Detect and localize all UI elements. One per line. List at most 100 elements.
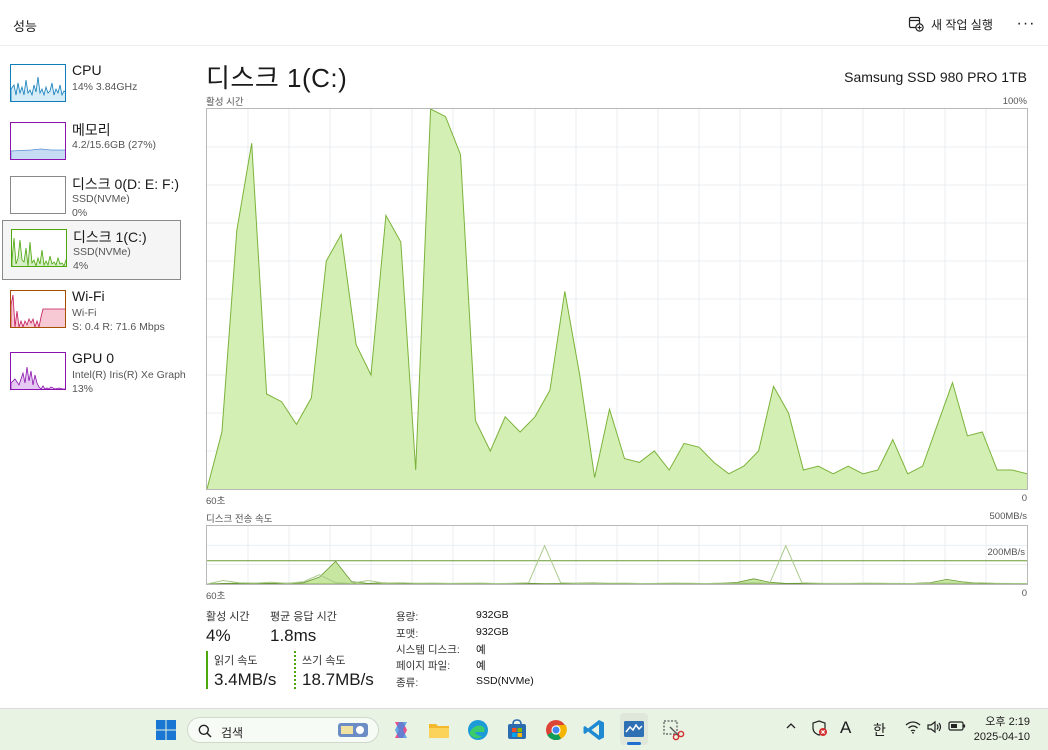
more-options-button[interactable]: ··· [1014,12,1038,36]
task-manager-button[interactable] [620,713,648,745]
transfer-rate-chart-label: 디스크 전송 속도 [206,514,273,525]
write-speed-label: 쓰기 속도 [302,655,346,667]
battery-icon [948,721,966,731]
sidebar-item-disk-0-usage: 0% [72,207,88,219]
wifi-thumbnail [10,290,66,328]
sidebar-item-gpu-usage: 13% [72,383,94,395]
wifi-icon [905,721,921,734]
new-task-button[interactable]: 새 작업 실행 [908,14,993,34]
read-speed-label: 읽기 속도 [214,655,258,667]
vscode-button[interactable] [582,718,606,742]
sidebar-item-disk-1-label: 디스크 1(C:) [73,229,147,245]
volume-tray-button[interactable] [927,720,943,737]
formatted-label: 포맷: [396,628,419,640]
clock-time: 오후 2:19 [985,716,1030,728]
store-icon [508,719,526,739]
active-time-chart-label: 활성 시간 [206,97,244,108]
security-tray-button[interactable] [810,719,828,740]
taskbar-clock[interactable]: 오후 2:19 2025-04-10 [974,715,1030,745]
edge-browser-button[interactable] [466,718,490,742]
system-disk-label: 시스템 디스크: [396,644,460,656]
search-highlight-icon [338,723,368,737]
read-speed-value: 3.4MB/s [214,670,277,689]
chrome-browser-button[interactable] [544,718,568,742]
formatted-value: 932GB [476,626,509,638]
page-file-value: 예 [476,660,486,672]
sidebar-item-memory-label: 메모리 [72,122,111,138]
transfer-rate-reference-label: 200MB/s [987,547,1026,558]
store-app-button[interactable] [505,718,529,742]
active-time-chart-x-start: 60초 [206,496,226,507]
active-app-indicator [627,742,641,745]
search-icon [198,724,212,738]
new-task-label: 새 작업 실행 [931,17,993,32]
battery-tray-button[interactable] [948,720,966,735]
search-label: 검색 [221,726,244,740]
active-time-chart-max: 100% [1002,96,1027,107]
disk-0-thumbnail [10,176,66,214]
gpu-thumbnail [10,352,66,390]
write-speed-value: 18.7MB/s [302,670,374,689]
active-time-stat-label: 활성 시간 [206,611,250,623]
wifi-tray-button[interactable] [905,720,921,737]
chevron-up-icon [786,723,796,729]
edge-icon [468,720,488,740]
sidebar-item-disk-0[interactable]: 디스크 0(D: E: F:) SSD(NVMe) 0% [2,168,181,228]
memory-thumbnail [10,122,66,160]
sidebar-item-disk-0-label: 디스크 0(D: E: F:) [72,176,180,192]
sidebar-item-memory-detail: 4.2/15.6GB (27%) [72,139,157,151]
response-time-stat-value: 1.8ms [270,626,317,645]
system-disk-value: 예 [476,644,486,656]
new-task-icon [908,16,924,32]
snipping-tool-button[interactable] [661,718,685,742]
copilot-icon [395,722,407,738]
file-explorer-button[interactable] [427,718,451,742]
disk-model: Samsung SSD 980 PRO 1TB [844,69,1027,85]
security-warning-icon [812,720,827,736]
active-time-chart [206,108,1028,490]
sidebar-item-gpu-model: Intel(R) Iris(R) Xe Graph [72,369,186,381]
disk-type-value: SSD(NVMe) [476,675,534,687]
sidebar-item-memory[interactable]: 메모리 4.2/15.6GB (27%) [2,114,181,174]
sidebar-item-cpu[interactable]: CPU 14% 3.84GHz [2,56,181,116]
taskbar-search-box[interactable]: 검색 [187,717,379,743]
transfer-rate-chart-x-end: 0 [1021,588,1027,599]
sidebar-item-cpu-label: CPU [72,62,102,78]
copilot-app-button[interactable] [389,718,413,742]
vscode-icon [583,720,604,740]
write-speed-indicator [294,651,296,689]
transfer-rate-chart-x-start: 60초 [206,591,226,602]
start-button[interactable] [155,719,177,741]
disk-type-label: 종류: [396,677,419,689]
sidebar-item-disk-1[interactable]: 디스크 1(C:) SSD(NVMe) 4% [2,220,181,280]
sidebar-item-wifi[interactable]: Wi-Fi Wi-Fi S: 0.4 R: 71.6 Mbps [2,282,181,342]
taskbar: 검색 A 한 오후 2:19 2025-04-10 [0,708,1048,750]
disk-1-thumbnail [11,229,67,267]
input-mode-a-button[interactable]: A [840,718,851,738]
page-title: 성능 [13,19,37,34]
show-hidden-icons-button[interactable] [785,720,797,735]
capacity-value: 932GB [476,609,509,621]
performance-sidebar: CPU 14% 3.84GHz 메모리 4.2/15.6GB (27%) 디스크… [0,46,190,708]
input-language-korean-button[interactable]: 한 [873,720,886,740]
capacity-label: 용량: [396,611,419,623]
clock-date: 2025-04-10 [973,731,1030,743]
cpu-thumbnail [10,64,66,102]
snipping-tool-icon [663,720,685,741]
folder-icon [429,724,449,738]
read-speed-indicator [206,651,208,689]
sidebar-item-wifi-throughput: S: 0.4 R: 71.6 Mbps [72,321,165,333]
page-file-label: 페이지 파일: [396,660,451,672]
sidebar-item-cpu-detail: 14% 3.84GHz [72,81,138,93]
sidebar-item-gpu[interactable]: GPU 0 Intel(R) Iris(R) Xe Graph 13% [2,344,186,404]
sidebar-item-disk-1-usage: 4% [73,260,89,272]
sidebar-item-disk-0-type: SSD(NVMe) [72,193,130,205]
windows-icon [156,720,176,740]
speaker-icon [927,720,942,734]
disk-title: 디스크 1(C:) [206,63,348,93]
sidebar-item-gpu-label: GPU 0 [72,350,115,366]
transfer-rate-chart: 200MB/s [206,525,1028,585]
sidebar-item-disk-1-type: SSD(NVMe) [73,246,131,258]
response-time-stat-label: 평균 응답 시간 [270,611,337,623]
active-time-chart-x-end: 0 [1021,493,1027,504]
